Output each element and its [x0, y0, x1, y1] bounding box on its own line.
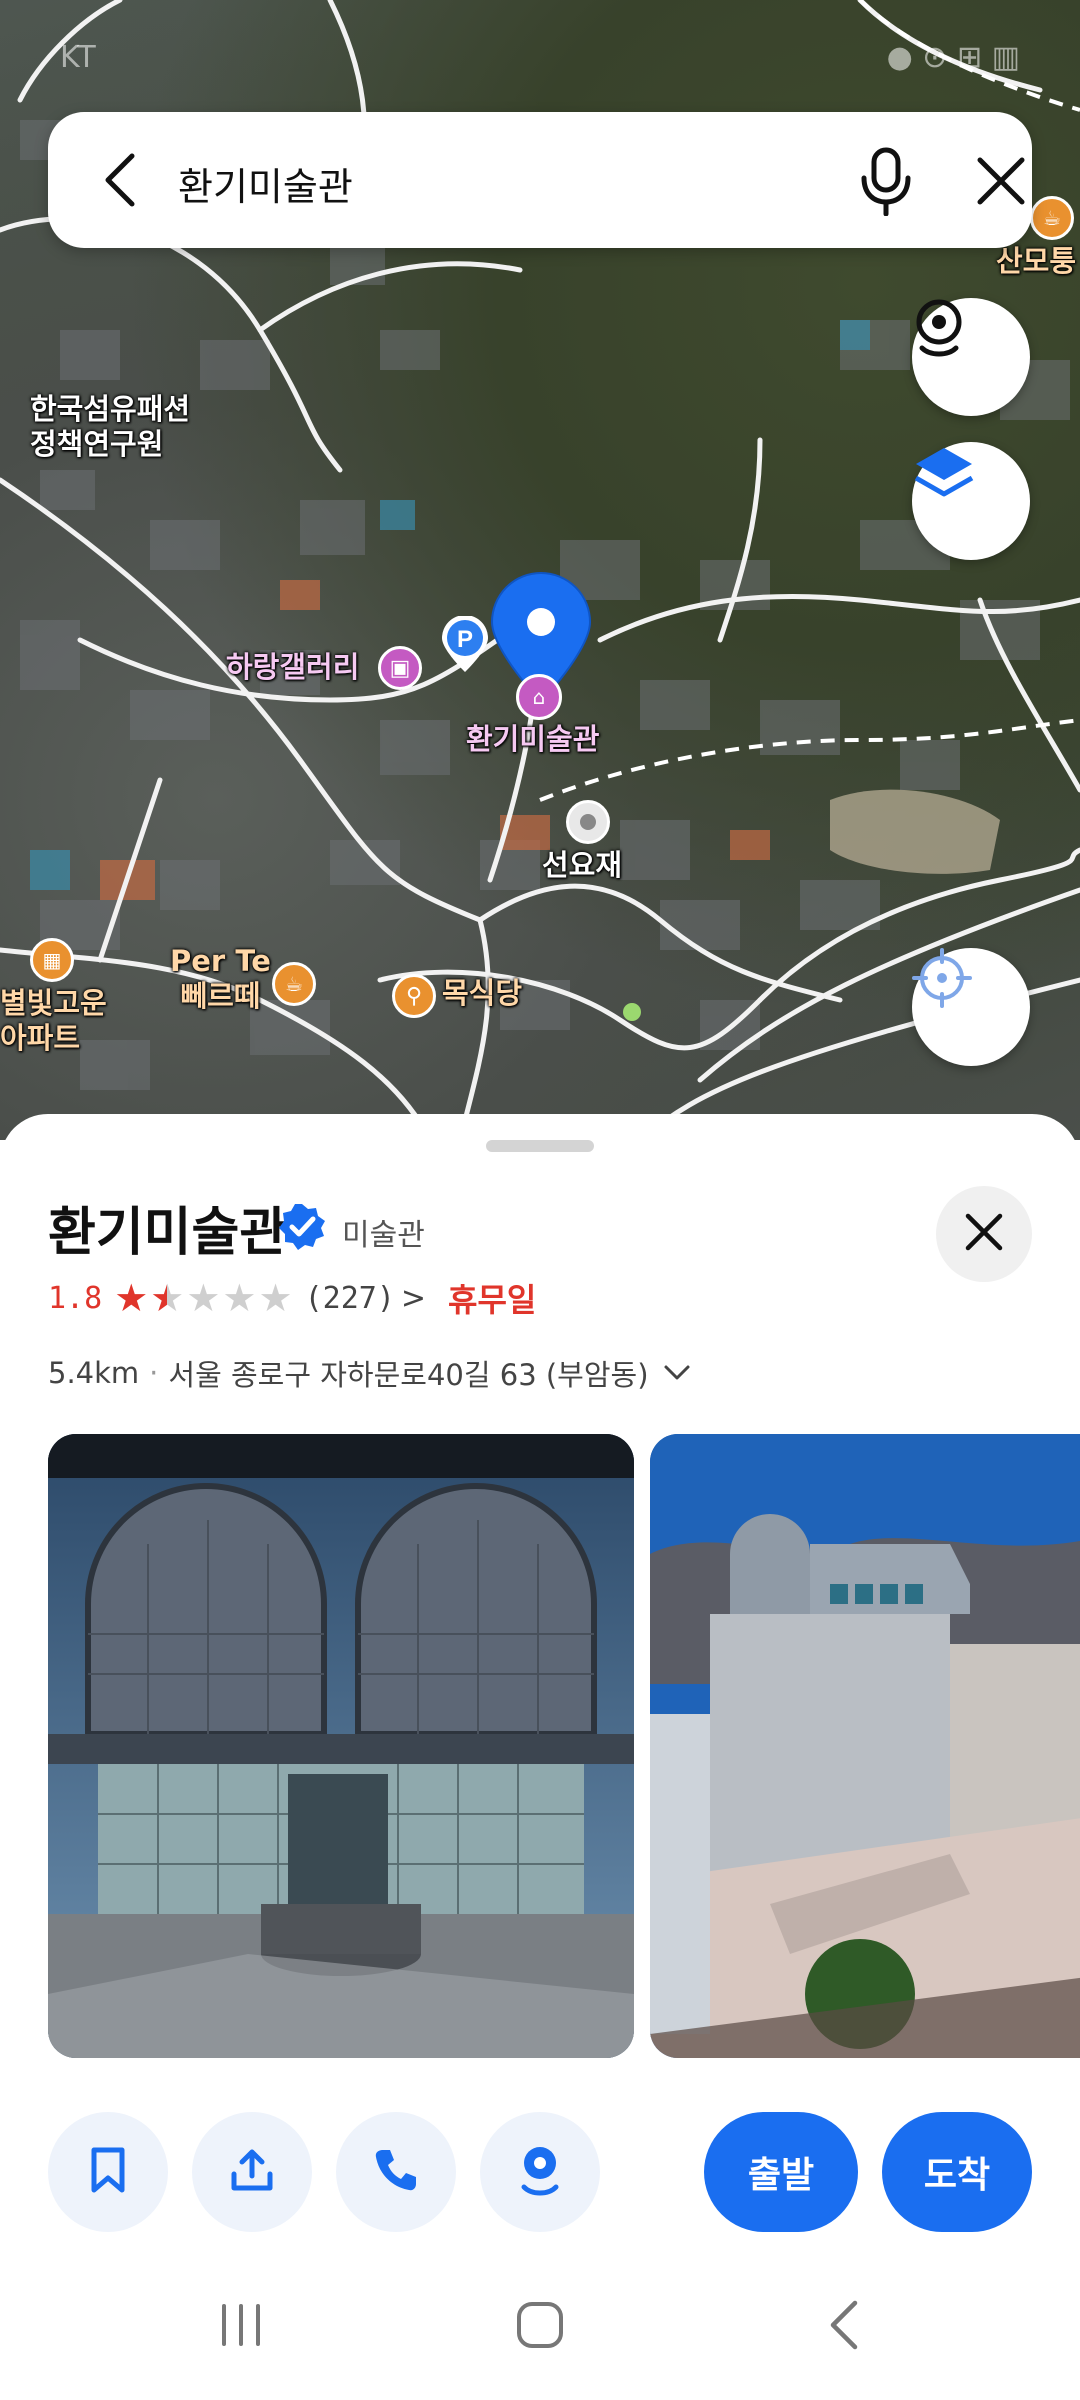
star-half-icon: ★ — [150, 1276, 185, 1320]
place-category: 미술관 — [342, 1218, 425, 1253]
arrive-button[interactable]: 도착 — [882, 2112, 1032, 2232]
map-label-textile-institute[interactable]: 한국섬유패션 정책연구원 — [30, 392, 190, 462]
separator-dot: · — [149, 1356, 159, 1390]
star-empty-icon: ★ — [258, 1276, 293, 1320]
home-icon[interactable] — [505, 2290, 575, 2360]
poi-dot-icon — [566, 800, 610, 844]
map-label-seonyo[interactable]: 선요재 — [542, 848, 622, 883]
map-label-selected[interactable]: 환기미술관 — [466, 722, 599, 757]
phone-icon — [373, 2147, 419, 2197]
share-icon — [228, 2146, 276, 2198]
map-label-byeolbit[interactable]: 별빛고운 아파트 — [0, 986, 107, 1056]
place-photo-2[interactable] — [650, 1434, 1080, 2058]
gallery-pin-icon[interactable]: ▣ — [378, 646, 422, 690]
share-button[interactable] — [192, 2112, 312, 2232]
street-view-icon — [516, 2143, 564, 2201]
parking-icon[interactable]: P — [440, 616, 490, 674]
rating-row[interactable]: 1.8 ★ ★ ★ ★ ★ (227) > 휴무일 — [48, 1274, 536, 1322]
verified-badge-icon — [277, 1202, 327, 1252]
restaurant-pin-icon: ⚲ — [392, 974, 436, 1018]
map-label-moksik[interactable]: 목식당 — [442, 976, 522, 1011]
rating-stars: ★ ★ ★ ★ ★ — [114, 1279, 294, 1317]
map-label-text: Per Te — [170, 944, 271, 978]
cafe-pin-icon: ☕ — [272, 962, 316, 1006]
back-arrow-icon[interactable] — [92, 150, 152, 210]
star-empty-icon: ★ — [222, 1276, 257, 1320]
street-view-button[interactable] — [480, 2112, 600, 2232]
search-query[interactable]: 환기미술관 — [178, 156, 353, 211]
chevron-right-icon[interactable]: > — [401, 1281, 426, 1316]
map-label-harang[interactable]: 하랑갤러리 — [226, 650, 359, 685]
museum-pin-icon: ⌂ — [516, 674, 562, 720]
cafe-pin-icon: ☕ — [1030, 196, 1074, 240]
business-status: 휴무일 — [448, 1281, 537, 1319]
status-bar: KT ● ⊙ ⊞ ▥ — [60, 40, 1020, 80]
address-text: 서울 종로구 자하문로40길 63 (부암동) — [168, 1358, 649, 1392]
search-bar[interactable]: 환기미술관 — [48, 112, 1032, 248]
back-icon[interactable] — [810, 2290, 880, 2360]
review-count[interactable]: (227) — [305, 1281, 395, 1316]
carrier-text: KT — [60, 40, 96, 75]
star-full-icon: ★ — [114, 1276, 149, 1320]
map-label-text: 뻬르떼 — [180, 978, 261, 1013]
map-label-text: 정책연구원 — [30, 426, 164, 461]
screen: KT ● ⊙ ⊞ ▥ 한국섬유패션 정책연구원 하랑갤러리 ▣ P ⌂ 환기미술… — [0, 0, 1080, 2400]
apartment-pin-icon: ▦ — [30, 938, 74, 982]
status-icons: ● ⊙ ⊞ ▥ — [886, 40, 1020, 75]
map-label-sanmo[interactable]: 산모퉁 — [996, 244, 1076, 279]
map-label-text: 아파트 — [0, 1020, 81, 1055]
close-icon — [964, 1212, 1004, 1256]
star-empty-icon: ★ — [186, 1276, 221, 1320]
system-nav-bar — [0, 2250, 1080, 2400]
place-photo-1[interactable] — [48, 1434, 634, 2058]
rating-value: 1.8 — [48, 1280, 103, 1316]
place-bottom-sheet[interactable]: 환기미술관 미술관 1.8 ★ ★ ★ ★ ★ (227) > 휴무일 5.4k… — [0, 1114, 1080, 2400]
sheet-close-button[interactable] — [936, 1186, 1032, 1282]
sheet-drag-handle[interactable] — [486, 1140, 594, 1152]
place-title: 환기미술관 — [48, 1203, 288, 1263]
street-view-button[interactable] — [912, 298, 1030, 416]
depart-button[interactable]: 출발 — [704, 2112, 858, 2232]
close-icon[interactable] — [974, 154, 1028, 208]
map-view[interactable]: KT ● ⊙ ⊞ ▥ 한국섬유패션 정책연구원 하랑갤러리 ▣ P ⌂ 환기미술… — [0, 0, 1080, 1140]
save-button[interactable] — [48, 2112, 168, 2232]
layers-button[interactable] — [912, 442, 1030, 560]
recent-apps-icon[interactable] — [206, 2290, 276, 2360]
address-row[interactable]: 5.4km · 서울 종로구 자하문로40길 63 (부암동) — [48, 1350, 691, 1396]
my-location-button[interactable] — [912, 948, 1030, 1066]
map-label-text: 별빛고운 — [0, 986, 107, 1020]
bookmark-icon — [88, 2146, 128, 2198]
call-button[interactable] — [336, 2112, 456, 2232]
microphone-icon[interactable] — [854, 146, 918, 216]
distance-text: 5.4km — [48, 1356, 140, 1390]
map-label-text: 한국섬유패션 — [30, 392, 191, 426]
parking-badge-text: P — [457, 626, 473, 653]
map-label-perte[interactable]: Per Te 뻬르떼 — [170, 944, 271, 1014]
chevron-down-icon[interactable] — [663, 1356, 691, 1390]
